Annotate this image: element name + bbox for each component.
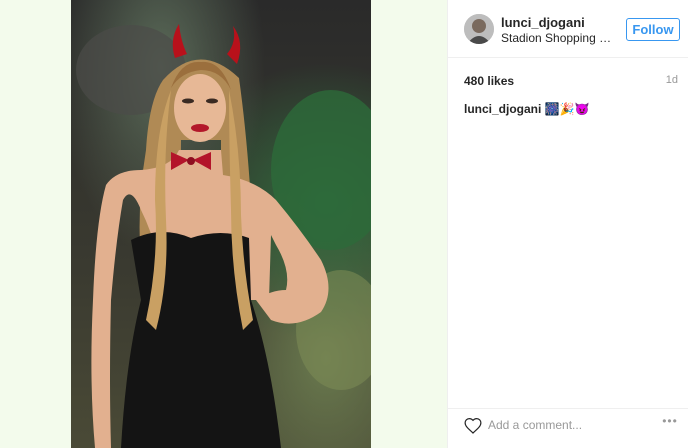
post-time[interactable]: 1d xyxy=(666,74,678,86)
likes-count[interactable]: 480 likes xyxy=(464,74,514,88)
post-caption: lunci_djogani 🎆🎉😈 xyxy=(464,102,590,116)
follow-button[interactable]: Follow xyxy=(626,18,680,41)
post-details-panel: lunci_djogani Stadion Shopping Ce... Fol… xyxy=(447,0,688,448)
media-panel xyxy=(0,0,447,448)
comment-bar: ••• xyxy=(448,408,688,448)
heart-icon[interactable] xyxy=(464,417,482,434)
location-link[interactable]: Stadion Shopping Ce... xyxy=(501,31,615,45)
post-photo[interactable] xyxy=(71,0,371,448)
comment-input[interactable] xyxy=(488,416,638,434)
caption-text: 🎆🎉😈 xyxy=(544,102,590,116)
username-link[interactable]: lunci_djogani xyxy=(501,15,585,30)
photo-illustration xyxy=(76,24,371,448)
avatar-image-icon xyxy=(464,14,494,44)
caption-username[interactable]: lunci_djogani xyxy=(464,102,541,116)
more-options-icon[interactable]: ••• xyxy=(660,414,680,430)
post-header: lunci_djogani Stadion Shopping Ce... Fol… xyxy=(448,0,688,58)
avatar[interactable] xyxy=(464,14,494,44)
